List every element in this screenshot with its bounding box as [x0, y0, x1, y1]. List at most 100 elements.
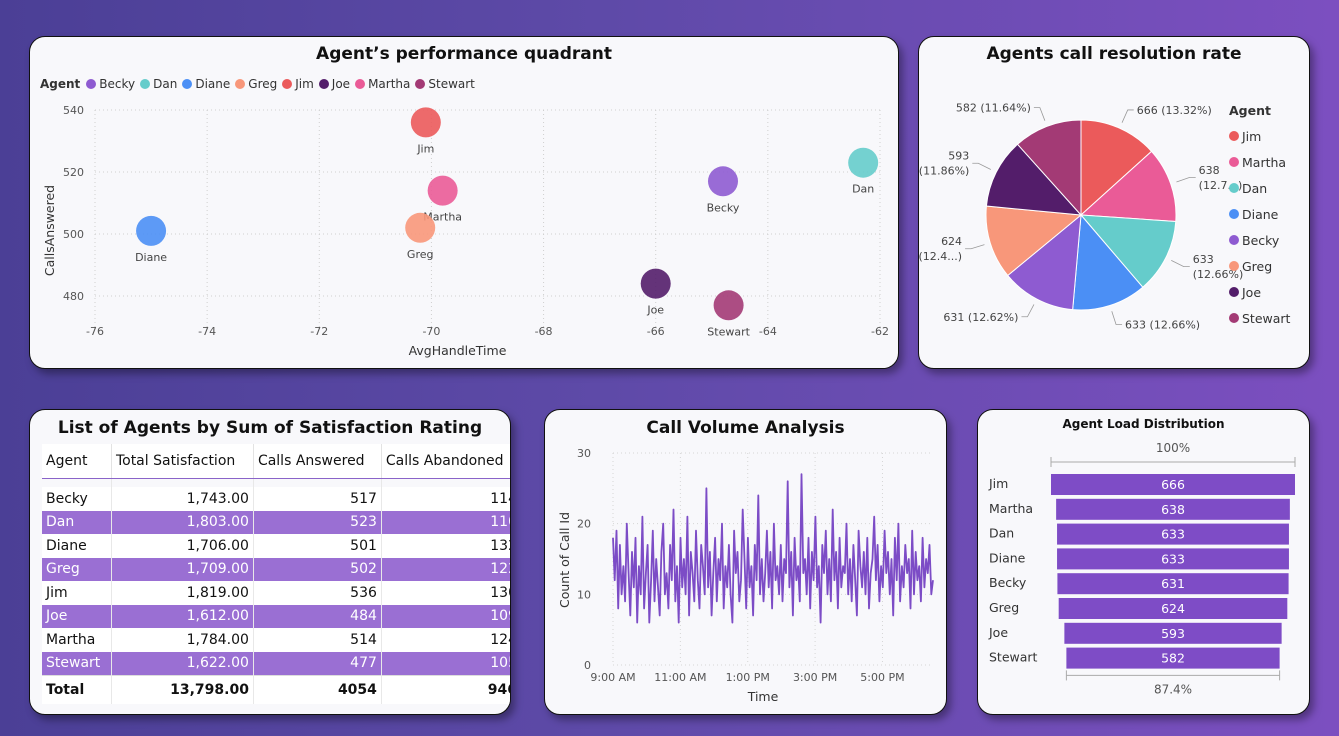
- legend-label: Joe: [1242, 284, 1262, 300]
- scatter-point-dan: [848, 147, 879, 178]
- funnel-bar-value: 633: [1161, 551, 1185, 566]
- table-cell: 109: [380, 604, 510, 628]
- line-chart: 01020309:00 AM 11:00 AM 1:00 PM 3:00 PM 5:00…: [557, 447, 934, 704]
- table-cell: 105: [380, 651, 510, 676]
- x-tick-label: -74: [198, 325, 216, 338]
- table-row[interactable]: Diane1,706.00501132: [42, 534, 510, 558]
- x-tick-label: -66: [647, 325, 665, 338]
- pie-data-label: 631 (12.62%): [943, 311, 1018, 324]
- table-cell: Joe: [42, 604, 112, 628]
- scatter-point-label: Becky: [707, 201, 740, 214]
- y-tick-label: 30: [577, 447, 591, 460]
- table-cell: 523: [252, 510, 382, 534]
- y-tick-label: 500: [63, 228, 84, 241]
- table-cell: 1,803.00: [110, 510, 254, 534]
- pie-leader-line: [1176, 177, 1196, 183]
- total-cell: 4054: [252, 675, 382, 704]
- column-header-total-satisfaction[interactable]: Total Satisfaction: [110, 444, 254, 479]
- funnel-category-label: Joe: [988, 625, 1008, 640]
- table-cell: 477: [252, 651, 382, 676]
- agents-table: Agent Total Satisfaction Calls Answered Cal…: [42, 444, 510, 704]
- funnel-category-label: Dan: [989, 526, 1014, 541]
- x-axis-title: Time: [747, 689, 779, 704]
- scatter-point-label: Joe: [646, 304, 664, 317]
- column-header-calls-answered[interactable]: Calls Answered: [252, 444, 382, 479]
- table-card: List of Agents by Sum of Satisfaction Ra…: [29, 409, 511, 715]
- funnel-bar-value: 624: [1161, 601, 1185, 616]
- table-row[interactable]: Greg1,709.00502122: [42, 557, 510, 581]
- funnel-bar-value: 638: [1161, 502, 1185, 517]
- table-cell: 110: [380, 510, 510, 534]
- table-cell: Becky: [42, 487, 112, 511]
- column-header-agent[interactable]: Agent: [42, 444, 112, 479]
- line-card: Call Volume Analysis 0 10 20 30 9:00 AM 11:00…: [544, 409, 947, 715]
- x-tick-label: 5:00 PM: [860, 671, 904, 684]
- table-header-row: Agent Total Satisfaction Calls Answered Cal…: [42, 444, 510, 479]
- pie-leader-line: [1171, 259, 1190, 268]
- scatter-point-stewart: [713, 290, 744, 321]
- table-cell: 501: [252, 534, 382, 558]
- scatter-point-label: Dan: [852, 183, 874, 196]
- pie-legend-item-dan[interactable]: Dan: [1229, 175, 1290, 201]
- table-row[interactable]: Stewart1,622.00477105: [42, 651, 510, 676]
- pie-legend-item-diane[interactable]: Diane: [1229, 201, 1290, 227]
- table-row[interactable]: Martha1,784.00514124: [42, 628, 510, 652]
- column-header-calls-abandoned[interactable]: Calls Abandoned: [380, 444, 510, 479]
- pie-legend-item-becky[interactable]: Becky: [1229, 227, 1290, 253]
- pie-legend-item-joe[interactable]: Joe: [1229, 279, 1290, 305]
- table-cell: 1,743.00: [110, 487, 254, 511]
- table-row[interactable]: Jim1,819.00536130: [42, 581, 510, 605]
- funnel-category-label: Jim: [988, 476, 1008, 491]
- table-row[interactable]: Joe1,612.00484109: [42, 604, 510, 628]
- pie-legend-item-jim[interactable]: Jim: [1229, 123, 1290, 149]
- pie-leader-line: [972, 162, 991, 170]
- scatter-point-label: Greg: [407, 248, 434, 261]
- y-tick-label: 480: [63, 290, 84, 303]
- funnel-category-label: Greg: [989, 600, 1019, 615]
- legend-label: Greg: [1242, 258, 1273, 274]
- funnel-category-label: Stewart: [989, 650, 1038, 665]
- pie-legend-item-greg[interactable]: Greg: [1229, 253, 1290, 279]
- table-cell: Martha: [42, 628, 112, 652]
- table-cell: 122: [380, 557, 510, 581]
- x-tick-label: 3:00 PM: [793, 671, 837, 684]
- call-volume-line: [612, 473, 934, 624]
- funnel-bar-value: 593: [1161, 626, 1185, 641]
- legend-dot: [1229, 183, 1239, 193]
- spacer-cell: [42, 479, 111, 488]
- spacer-cell: [252, 478, 382, 487]
- x-tick-label: -72: [310, 325, 328, 338]
- table-row[interactable]: Dan1,803.00523110: [42, 510, 510, 534]
- scatter-point-diane: [136, 215, 167, 246]
- legend-label: Jim: [1242, 128, 1262, 144]
- scatter-point-becky: [708, 166, 738, 197]
- y-tick-label: 20: [577, 518, 591, 531]
- funnel-bottom-percent: 87.4%: [1154, 682, 1192, 696]
- table-cell: 502: [252, 557, 382, 581]
- x-tick-label: -76: [86, 325, 104, 338]
- scatter-point-label: Jim: [416, 142, 434, 155]
- total-cell: 946: [380, 675, 510, 704]
- y-axis-title: Count of Call Id: [557, 512, 572, 608]
- pie-data-label: 633 (12.66%): [1125, 319, 1200, 332]
- funnel-category-label: Diane: [989, 550, 1026, 565]
- table-row[interactable]: Becky1,743.00517114: [42, 487, 510, 511]
- pie-legend-item-stewart[interactable]: Stewart: [1229, 305, 1290, 331]
- x-tick-label: -70: [422, 325, 440, 338]
- funnel-bar-value: 582: [1161, 651, 1185, 666]
- y-tick-label: 520: [63, 166, 84, 179]
- pie-data-label: (11.86%): [919, 165, 969, 178]
- pie-legend-item-martha[interactable]: Martha: [1229, 149, 1290, 175]
- funnel-category-label: Becky: [989, 575, 1027, 590]
- funnel-card: Agent Load Distribution 100% 666 Jim 638 Mar…: [977, 409, 1310, 715]
- pie-data-label: 582 (11.64%): [956, 102, 1031, 115]
- legend-dot: [1229, 131, 1239, 141]
- pie-legend-items: Jim Martha Dan Diane Becky Greg Joe Stewart: [1229, 123, 1290, 331]
- funnel-top-percent: 100%: [1156, 441, 1190, 455]
- scatter-point-label: Stewart: [707, 325, 750, 338]
- pie-data-label: 666 (13.32%): [1137, 104, 1212, 117]
- pie-leader-line: [1111, 311, 1123, 325]
- legend-label: Dan: [1242, 180, 1268, 196]
- legend-dot: [1229, 287, 1239, 297]
- pie-leader-line: [1021, 304, 1035, 318]
